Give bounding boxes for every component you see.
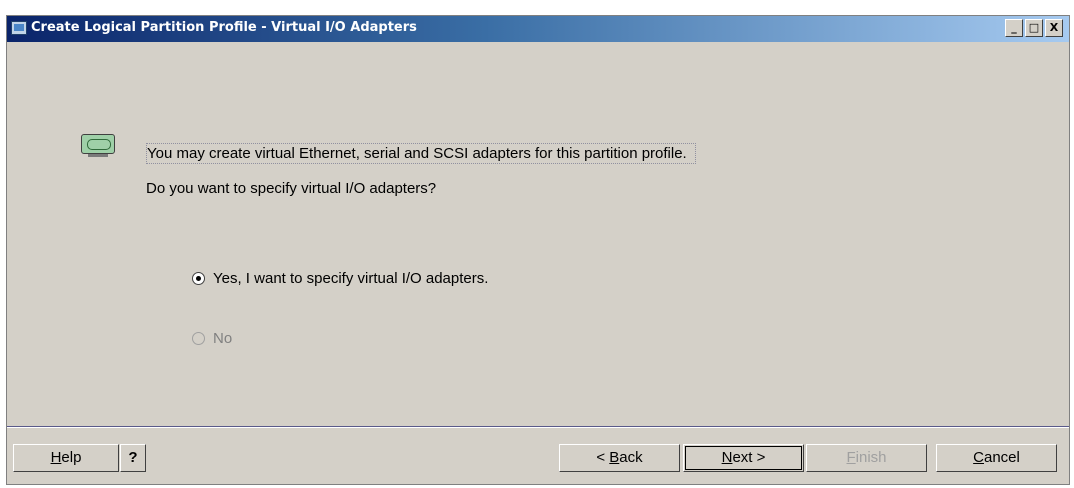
maximize-button[interactable]: □ (1025, 19, 1043, 37)
help-button[interactable]: Help (13, 444, 119, 472)
title-bar[interactable]: Create Logical Partition Profile - Virtu… (7, 16, 1069, 42)
close-button[interactable]: X (1045, 19, 1063, 37)
question-text: Do you want to specify virtual I/O adapt… (146, 180, 437, 197)
help-mnemonic: H (50, 449, 62, 466)
next-mnemonic: N (721, 449, 733, 466)
help-label: elp (61, 449, 82, 466)
wizard-content: You may create virtual Ethernet, serial … (7, 42, 1069, 426)
next-label: ext > (732, 449, 766, 466)
radio-no[interactable] (192, 332, 205, 345)
back-label: ack (619, 449, 643, 466)
cancel-button[interactable]: Cancel (936, 444, 1057, 472)
finish-button[interactable]: Finish (806, 444, 927, 472)
finish-mnemonic: F (846, 449, 856, 466)
wizard-window: Create Logical Partition Profile - Virtu… (6, 15, 1070, 485)
option-no-label: No (213, 330, 233, 347)
context-help-button[interactable]: ? (120, 444, 146, 472)
window-controls: _ □ X (1005, 19, 1063, 37)
next-button[interactable]: Next > (683, 444, 804, 472)
cancel-label: ancel (983, 449, 1020, 466)
back-prefix: < (596, 449, 610, 466)
finish-label: inish (855, 449, 887, 466)
back-mnemonic: B (609, 449, 620, 466)
option-yes-label: Yes, I want to specify virtual I/O adapt… (213, 270, 489, 287)
description-text: You may create virtual Ethernet, serial … (146, 143, 696, 164)
network-adapter-icon (81, 134, 115, 157)
window-icon (11, 21, 27, 35)
minimize-button[interactable]: _ (1005, 19, 1023, 37)
cancel-mnemonic: C (973, 449, 984, 466)
footer-divider (7, 426, 1069, 428)
window-title: Create Logical Partition Profile - Virtu… (31, 20, 417, 35)
option-yes[interactable]: Yes, I want to specify virtual I/O adapt… (192, 270, 488, 287)
back-button[interactable]: < Back (559, 444, 680, 472)
option-no[interactable]: No (192, 330, 232, 347)
radio-yes[interactable] (192, 272, 205, 285)
